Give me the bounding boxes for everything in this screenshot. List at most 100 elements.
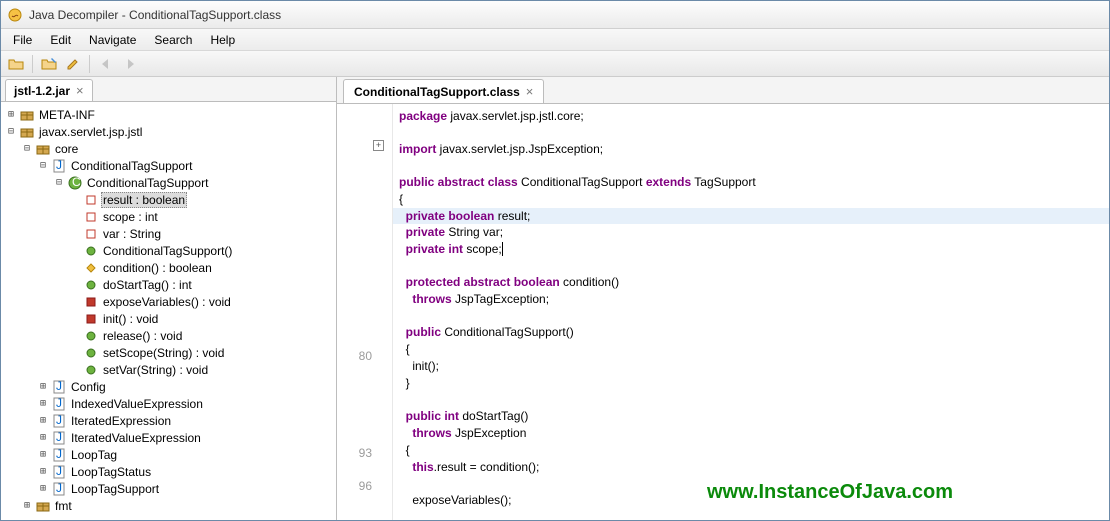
tree-node-ive[interactable]: ⊞JIndexedValueExpression [3, 395, 334, 412]
toolbar-separator [32, 55, 33, 73]
svg-text:C: C [72, 176, 81, 189]
package-icon [35, 141, 51, 157]
expand-icon[interactable]: ⊞ [5, 109, 17, 120]
tree-node-itve[interactable]: ⊞JIteratedValueExpression [3, 429, 334, 446]
tree-node-metainf[interactable]: ⊞META-INF [3, 106, 334, 123]
jar-tab[interactable]: jstl-1.2.jar × [5, 79, 93, 101]
save-button[interactable] [38, 53, 60, 75]
collapse-icon[interactable]: ⊟ [21, 143, 33, 154]
line-gutter: + 809396 [337, 104, 393, 520]
tree-node-ite[interactable]: ⊞JIteratedExpression [3, 412, 334, 429]
tree-node-class[interactable]: ⊟JConditionalTagSupport [3, 157, 334, 174]
tree-node-fmt[interactable]: ⊞fmt [3, 497, 334, 514]
class-file-icon: J [51, 379, 67, 395]
collapse-icon[interactable]: ⊟ [37, 160, 49, 171]
editor-tab[interactable]: ConditionalTagSupport.class× [343, 79, 544, 103]
toolbar-separator [89, 55, 90, 73]
code-content: package javax.servlet.jsp.jstl.core; imp… [393, 104, 1109, 520]
collapse-icon[interactable]: ⊟ [53, 177, 65, 188]
expand-icon[interactable]: ⊞ [37, 466, 49, 477]
field-private-icon [83, 192, 99, 208]
tree-node-field-var[interactable]: var : String [3, 225, 334, 242]
forward-button[interactable] [119, 53, 141, 75]
close-icon[interactable]: × [526, 84, 534, 99]
tree-node-method-condition[interactable]: condition() : boolean [3, 259, 334, 276]
expand-icon[interactable]: ⊞ [37, 398, 49, 409]
method-private-icon [83, 294, 99, 310]
package-icon [35, 498, 51, 514]
fold-expand-icon[interactable]: + [373, 140, 384, 151]
menubar: File Edit Navigate Search Help [1, 29, 1109, 51]
tree-node-method-init[interactable]: init() : void [3, 310, 334, 327]
tree-node-method-expose[interactable]: exposeVariables() : void [3, 293, 334, 310]
package-tree[interactable]: ⊞META-INF ⊟javax.servlet.jsp.jstl ⊟core … [1, 102, 336, 520]
svg-text:J: J [56, 159, 62, 172]
tree-node-looptag[interactable]: ⊞JLoopTag [3, 446, 334, 463]
method-public-icon [83, 345, 99, 361]
package-icon [19, 107, 35, 123]
back-button[interactable] [95, 53, 117, 75]
class-file-icon: J [51, 447, 67, 463]
svg-text:J: J [56, 482, 62, 495]
editor-tabs: ConditionalTagSupport.class× [337, 77, 1109, 104]
window-title: Java Decompiler - ConditionalTagSupport.… [29, 8, 281, 22]
menu-edit[interactable]: Edit [42, 31, 79, 49]
tree-node-method-dostart[interactable]: doStartTag() : int [3, 276, 334, 293]
edit-button[interactable] [62, 53, 84, 75]
package-icon [19, 124, 35, 140]
titlebar: Java Decompiler - ConditionalTagSupport.… [1, 1, 1109, 29]
expand-icon[interactable]: ⊞ [21, 500, 33, 511]
svg-text:J: J [56, 431, 62, 444]
toolbar [1, 51, 1109, 77]
expand-icon[interactable]: ⊞ [37, 432, 49, 443]
content-area: jstl-1.2.jar × ⊞META-INF ⊟javax.servlet.j… [1, 77, 1109, 520]
svg-text:J: J [56, 414, 62, 427]
close-icon[interactable]: × [76, 83, 84, 98]
tree-node-core[interactable]: ⊟core [3, 140, 334, 157]
menu-file[interactable]: File [5, 31, 40, 49]
field-private-icon [83, 226, 99, 242]
menu-help[interactable]: Help [202, 31, 243, 49]
class-file-icon: J [51, 481, 67, 497]
tab-label: jstl-1.2.jar [14, 84, 70, 98]
tree-node-looptagsupport[interactable]: ⊞JLoopTagSupport [3, 480, 334, 497]
method-public-icon [83, 362, 99, 378]
open-folder-button[interactable] [5, 53, 27, 75]
method-public-icon [83, 328, 99, 344]
watermark-text: www.InstanceOfJava.com [707, 481, 953, 504]
tree-node-field-scope[interactable]: scope : int [3, 208, 334, 225]
expand-icon[interactable]: ⊞ [37, 449, 49, 460]
method-protected-icon [83, 260, 99, 276]
field-private-icon [83, 209, 99, 225]
app-window: Java Decompiler - ConditionalTagSupport.… [0, 0, 1110, 521]
tree-node-method-setvar[interactable]: setVar(String) : void [3, 361, 334, 378]
class-icon: C [67, 175, 83, 191]
explorer-tabs: jstl-1.2.jar × [1, 77, 336, 102]
explorer-panel: jstl-1.2.jar × ⊞META-INF ⊟javax.servlet.j… [1, 77, 337, 520]
method-private-icon [83, 311, 99, 327]
class-file-icon: J [51, 396, 67, 412]
menu-search[interactable]: Search [146, 31, 200, 49]
tree-node-looptagstatus[interactable]: ⊞JLoopTagStatus [3, 463, 334, 480]
tree-node-field-result[interactable]: result : boolean [3, 191, 334, 208]
tree-node-config[interactable]: ⊞JConfig [3, 378, 334, 395]
class-file-icon: J [51, 430, 67, 446]
collapse-icon[interactable]: ⊟ [5, 126, 17, 137]
method-public-icon [83, 243, 99, 259]
tree-node-method-setscope[interactable]: setScope(String) : void [3, 344, 334, 361]
class-file-icon: J [51, 464, 67, 480]
tree-node-class-inner[interactable]: ⊟CConditionalTagSupport [3, 174, 334, 191]
expand-icon[interactable]: ⊞ [37, 483, 49, 494]
tree-node-package[interactable]: ⊟javax.servlet.jsp.jstl [3, 123, 334, 140]
code-editor[interactable]: + 809396 package javax.servlet.jsp.jstl.… [337, 104, 1109, 520]
app-icon [7, 7, 23, 23]
expand-icon[interactable]: ⊞ [37, 415, 49, 426]
class-file-icon: J [51, 158, 67, 174]
svg-text:J: J [56, 380, 62, 393]
tree-node-constructor[interactable]: ConditionalTagSupport() [3, 242, 334, 259]
class-file-icon: J [51, 413, 67, 429]
menu-navigate[interactable]: Navigate [81, 31, 144, 49]
tree-node-method-release[interactable]: release() : void [3, 327, 334, 344]
expand-icon[interactable]: ⊞ [37, 381, 49, 392]
editor-panel: ConditionalTagSupport.class× + 809396 pa… [337, 77, 1109, 520]
